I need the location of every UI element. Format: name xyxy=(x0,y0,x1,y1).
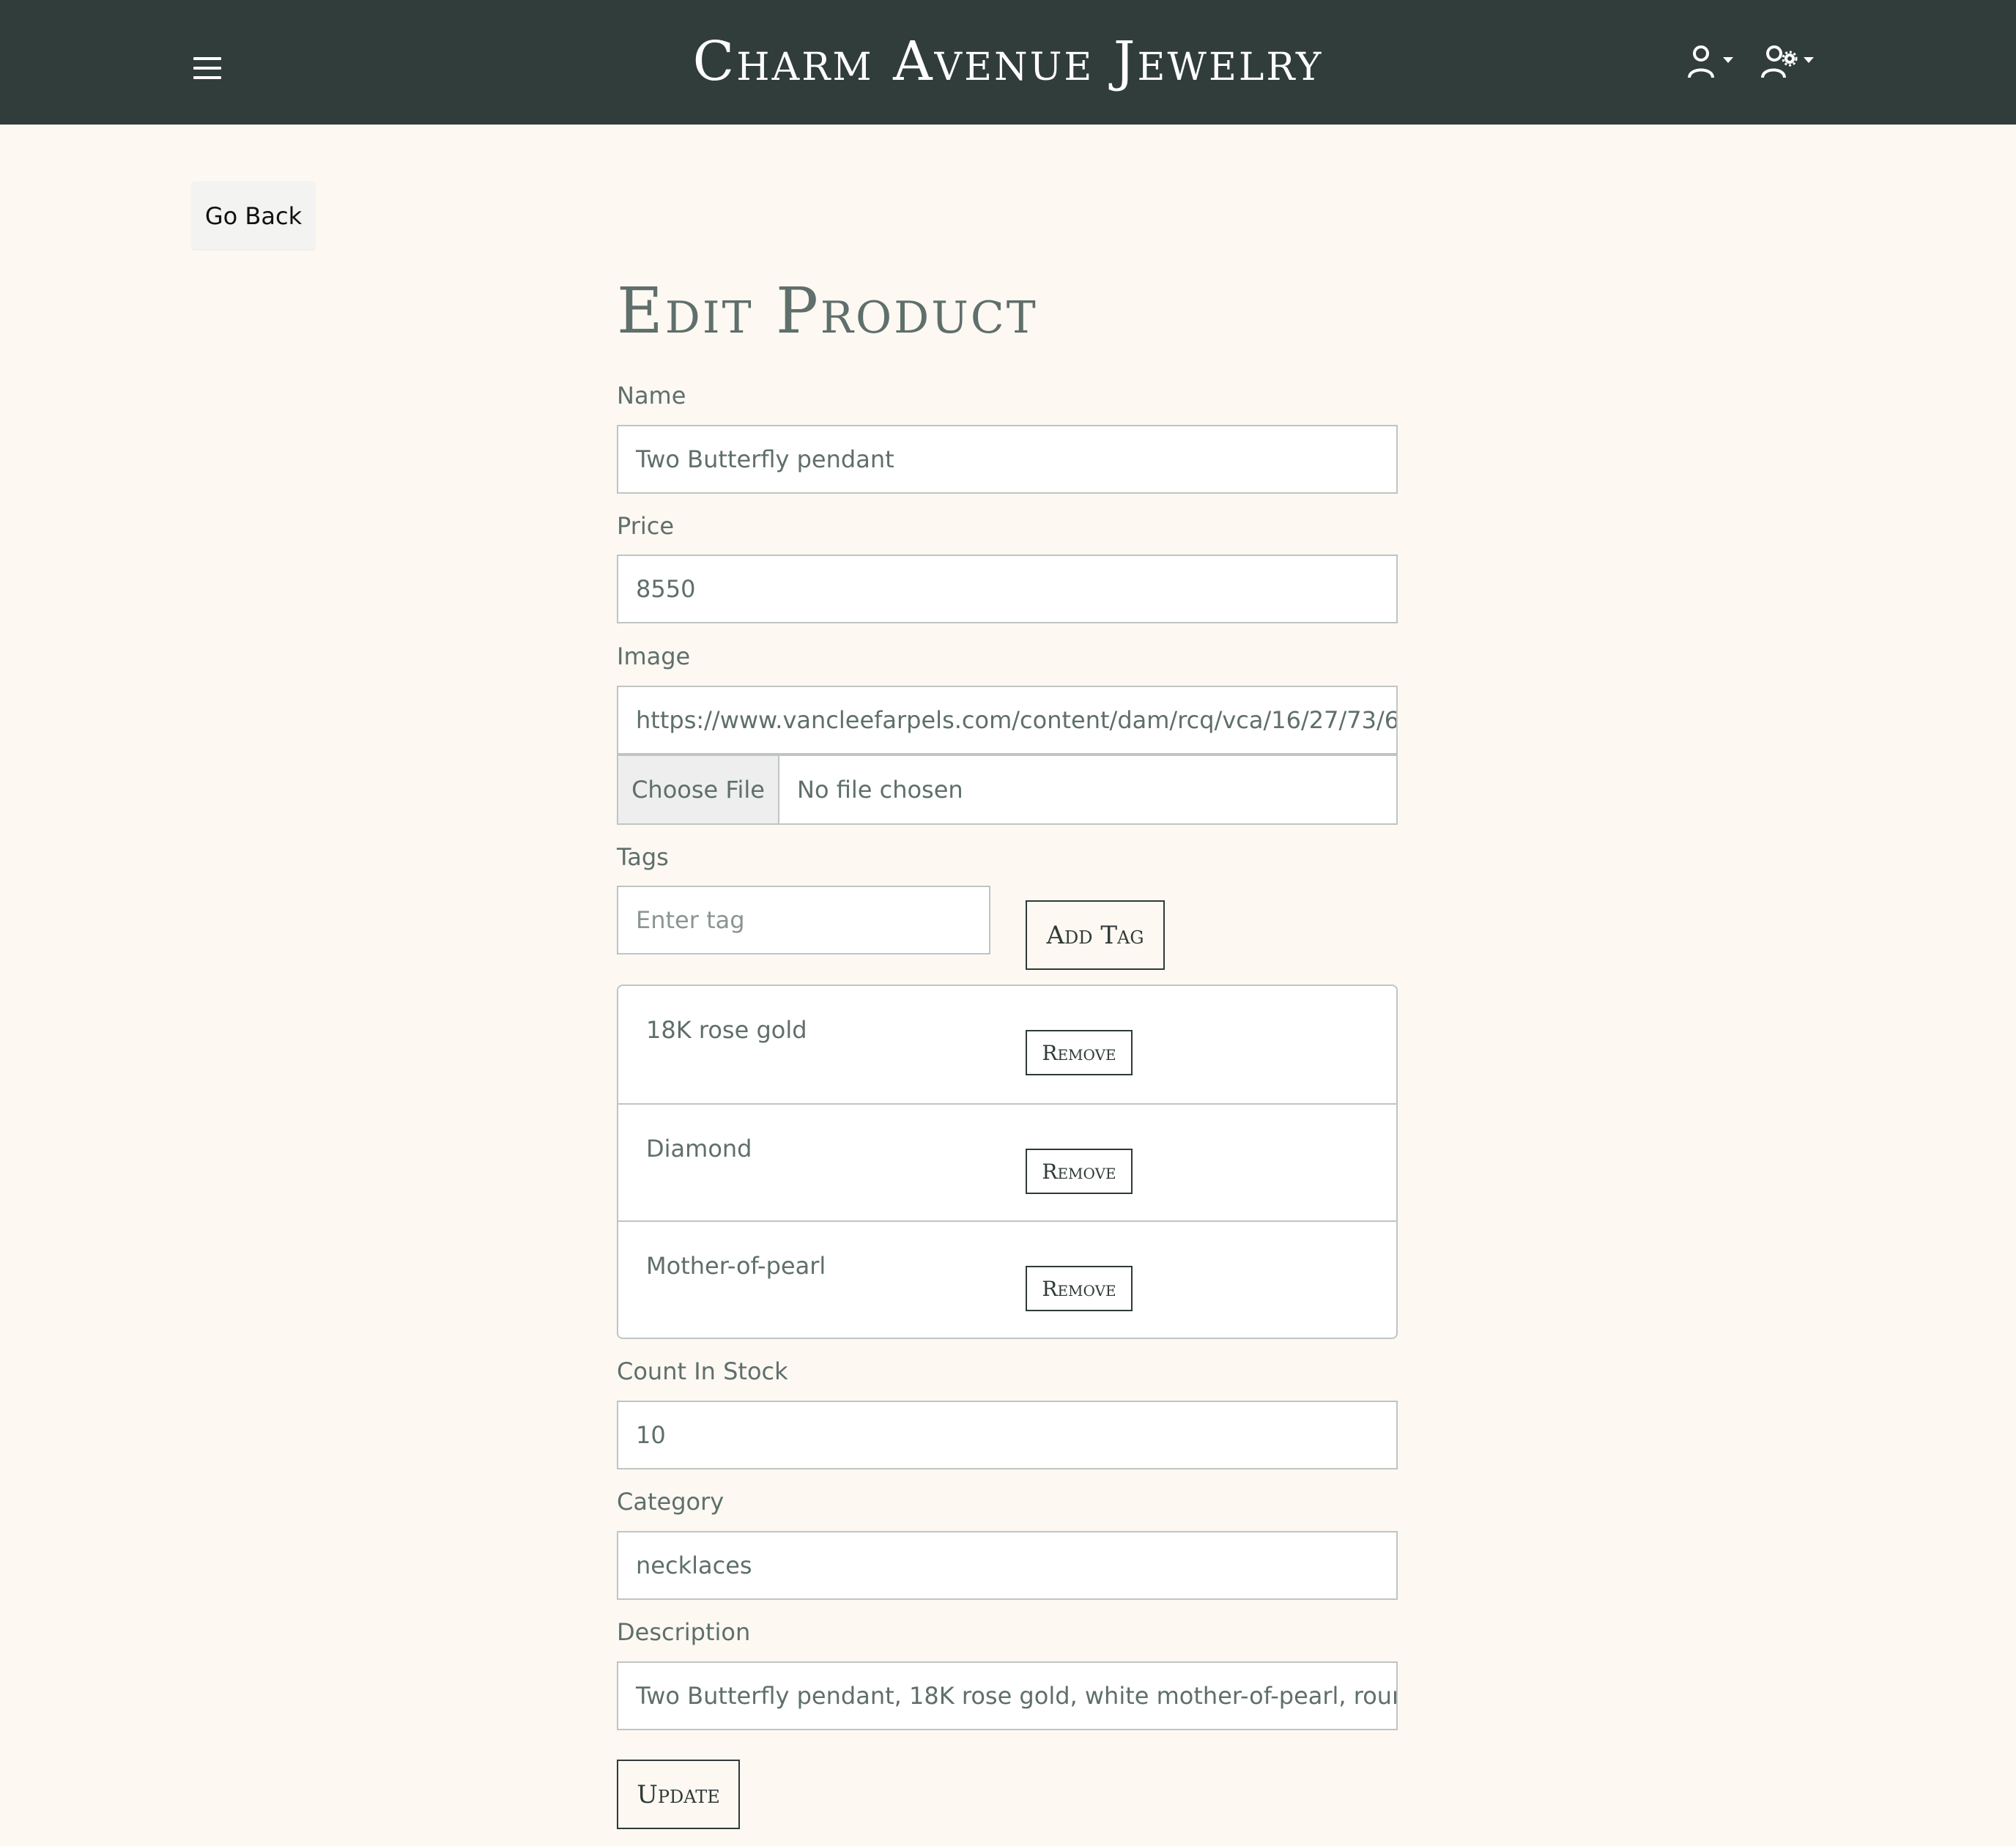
tag-list: 18K rose gold Remove Diamond Remove Moth… xyxy=(617,985,1398,1339)
name-input[interactable]: Two Butterfly pendant xyxy=(617,425,1398,494)
tag-item: Mother-of-pearl Remove xyxy=(618,1220,1396,1338)
category-label: Category xyxy=(617,1488,724,1516)
category-input[interactable]: necklaces xyxy=(617,1531,1398,1600)
count-in-stock-input[interactable]: 10 xyxy=(617,1401,1398,1469)
name-label: Name xyxy=(617,382,686,409)
tag-label: Mother-of-pearl xyxy=(646,1252,826,1280)
file-input[interactable]: Choose File No file chosen xyxy=(617,755,1398,825)
remove-tag-button[interactable]: Remove xyxy=(1026,1149,1133,1194)
image-url-input[interactable]: https://www.vancleefarpels.com/content/d… xyxy=(617,686,1398,755)
tag-label: 18K rose gold xyxy=(646,1016,807,1044)
user-icon[interactable] xyxy=(1685,42,1738,82)
choose-file-button[interactable]: Choose File xyxy=(618,756,779,823)
user-settings-icon[interactable] xyxy=(1760,42,1818,82)
description-input[interactable]: Two Butterfly pendant, 18K rose gold, wh… xyxy=(617,1661,1398,1730)
tag-item: Diamond Remove xyxy=(618,1103,1396,1222)
price-label: Price xyxy=(617,512,675,540)
page-title: Edit Product xyxy=(617,275,1038,348)
tags-label: Tags xyxy=(617,843,669,871)
description-label: Description xyxy=(617,1618,751,1646)
price-input[interactable]: 8550 xyxy=(617,555,1398,623)
navbar: Charm Avenue Jewelry xyxy=(0,0,2016,125)
tag-label: Diamond xyxy=(646,1135,752,1163)
remove-tag-button[interactable]: Remove xyxy=(1026,1030,1133,1075)
tag-input[interactable]: Enter tag xyxy=(617,886,990,954)
count-in-stock-label: Count In Stock xyxy=(617,1357,788,1385)
add-tag-button[interactable]: Add Tag xyxy=(1026,900,1165,970)
remove-tag-button[interactable]: Remove xyxy=(1026,1266,1133,1311)
update-button[interactable]: Update xyxy=(617,1760,740,1829)
image-label: Image xyxy=(617,642,691,670)
tag-item: 18K rose gold Remove xyxy=(618,986,1396,1103)
go-back-button[interactable]: Go Back xyxy=(192,182,315,249)
file-status: No file chosen xyxy=(797,776,963,804)
